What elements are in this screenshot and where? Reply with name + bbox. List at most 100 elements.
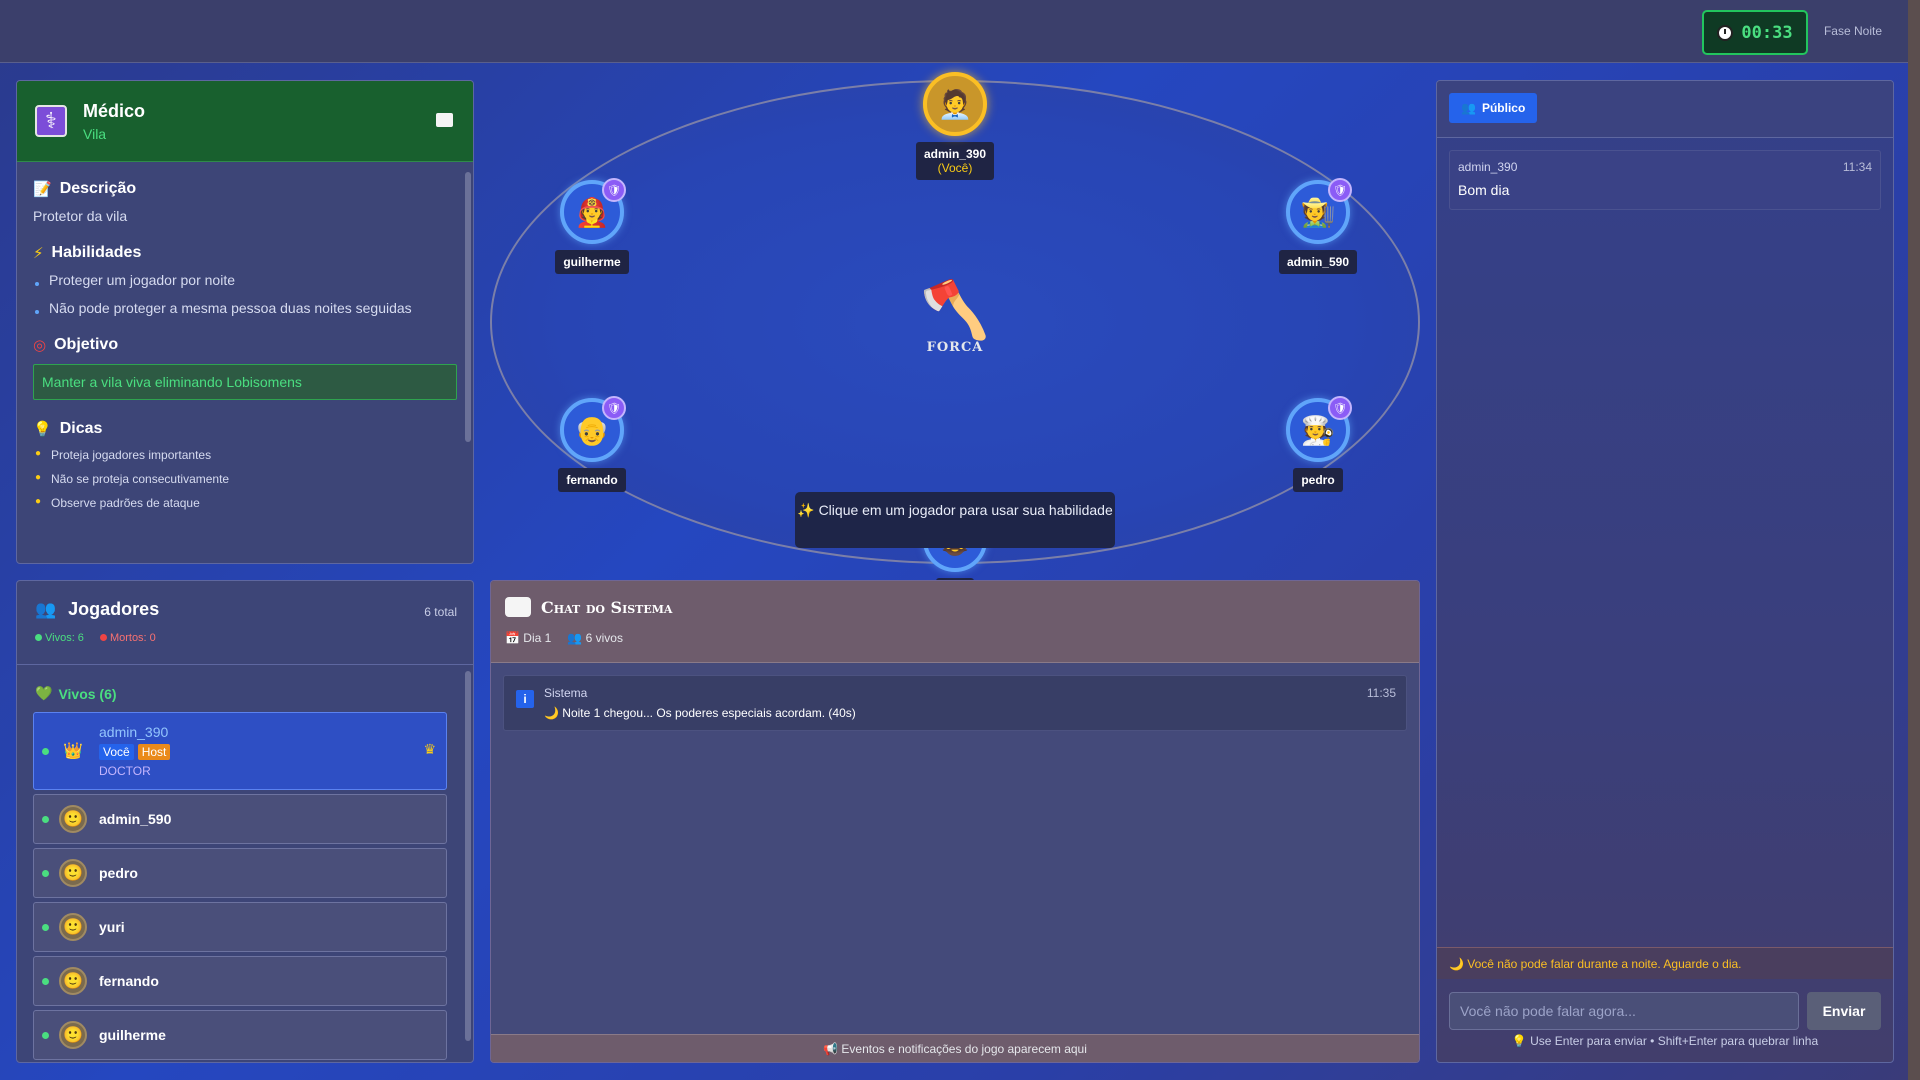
chat-message: admin_390 11:34 Bom dia	[1449, 150, 1881, 210]
message-time: 11:35	[1366, 686, 1396, 700]
users-icon: 👥	[35, 599, 57, 619]
shield-icon: 🛡	[602, 178, 626, 202]
player-row[interactable]: 🙂 admin_590	[33, 794, 447, 844]
phase-timer: 00:33	[1702, 10, 1808, 55]
top-bar: 00:33 Fase Noite	[0, 0, 1908, 63]
player-row[interactable]: 🙂 yuri	[33, 902, 447, 952]
seat-pedro[interactable]: 🧑‍🍳 🛡 pedro	[1273, 396, 1363, 492]
role-title: Médico	[83, 100, 146, 121]
system-chat-header: Chat do Sistema 📅 Dia 1 👥 6 vivos	[491, 581, 1419, 663]
chat-input[interactable]	[1449, 992, 1799, 1030]
seat-label: admin_590	[1278, 250, 1358, 274]
player-avatar[interactable]: 👴 🛡	[560, 396, 626, 462]
role-details: 📝 Descrição Protetor da vila ⚡ Habilidad…	[17, 162, 473, 562]
system-chat-meta: 📅 Dia 1 👥 6 vivos	[505, 631, 1405, 645]
objective-heading: ◎ Objetivo	[33, 336, 119, 354]
chat-tip: 💡 Use Enter para enviar • Shift+Enter pa…	[1511, 1034, 1819, 1048]
users-icon: 👥	[567, 631, 583, 645]
lightbulb-icon: 💡	[33, 421, 52, 438]
player-name: admin_390	[99, 724, 169, 740]
player-name: guilherme	[99, 1027, 166, 1043]
tip-item: Não se proteja consecutivamente	[33, 472, 457, 486]
avatar: 🙂	[59, 1021, 87, 1049]
message-sender: admin_390	[1458, 160, 1518, 174]
info-icon: i	[516, 690, 534, 708]
avatar: 🙂	[59, 913, 87, 941]
tip-item: Observe padrões de ataque	[33, 496, 457, 510]
player-name: yuri	[99, 919, 125, 935]
ability-item: Não pode proteger a mesma pessoa duas no…	[33, 300, 457, 316]
speech-bubble-icon	[505, 597, 531, 617]
player-row[interactable]: 🙂 guilherme	[33, 1010, 447, 1060]
caduceus-icon: ⚕	[35, 105, 67, 137]
people-icon: 👥	[1461, 101, 1476, 115]
message-time: 11:34	[1842, 160, 1872, 174]
player-name: pedro	[99, 865, 138, 881]
stopwatch-icon	[1717, 24, 1734, 41]
dead-count: Mortos: 0	[99, 632, 156, 644]
system-message: i Sistema 11:35 🌙 Noite 1 chegou... Os p…	[503, 675, 1407, 731]
you-badge: Você	[99, 744, 134, 760]
phase-label: Fase Noite	[1823, 24, 1882, 38]
role-card: ⚕ Médico Vila 📝 Descrição Protetor da vi…	[16, 80, 474, 564]
seat-fernando[interactable]: 👴 🛡 fernando	[547, 396, 637, 492]
timer-value: 00:33	[1741, 22, 1793, 43]
player-avatar[interactable]: 🧑‍🌾 🛡	[1286, 178, 1352, 244]
shield-icon: 🛡	[1328, 396, 1352, 420]
player-avatar[interactable]: 🧑‍🍳 🛡	[1286, 396, 1352, 462]
seat-guilherme[interactable]: 🧑‍🚒 🛡 guilherme	[547, 178, 637, 274]
players-panel: 👥 Jogadores 6 total Vivos: 6 Mortos: 0 💚…	[16, 580, 474, 1063]
player-row[interactable]: 🙂 fernando	[33, 956, 447, 1006]
system-chat: Chat do Sistema 📅 Dia 1 👥 6 vivos i Sist…	[490, 580, 1420, 1063]
online-dot	[42, 747, 49, 755]
objective-box: Manter a vila viva eliminando Lobisomens	[33, 364, 457, 400]
online-dot	[42, 977, 49, 985]
seat-label: guilherme	[555, 250, 629, 274]
tips-heading: 💡 Dicas	[33, 420, 103, 438]
action-hint: ✨ Clique em um jogador para usar sua hab…	[795, 492, 1115, 548]
page-scrollbar[interactable]	[1908, 0, 1920, 1080]
online-dot	[42, 815, 49, 823]
players-total: 6 total	[424, 605, 457, 619]
tab-public[interactable]: 👥 Público	[1449, 93, 1538, 123]
player-role: DOCTOR	[99, 764, 151, 778]
shield-icon: 🛡	[1328, 178, 1352, 202]
public-chat-header: 👥 Público	[1437, 81, 1893, 138]
send-button[interactable]: Enviar	[1807, 992, 1881, 1030]
players-header: 👥 Jogadores 6 total Vivos: 6 Mortos: 0	[17, 581, 473, 665]
system-chat-title: Chat do Sistema	[505, 597, 1405, 617]
online-dot	[42, 923, 49, 931]
you-tag: (Você)	[937, 161, 973, 175]
megaphone-icon: 📢	[823, 1042, 839, 1056]
seat-admin-390[interactable]: 🧑‍💼 admin_390 (Você)	[910, 72, 1000, 180]
seat-label: fernando	[558, 468, 626, 492]
memo-icon: 📝	[33, 181, 52, 198]
avatar: 🙂	[59, 805, 87, 833]
gallows-center: 🪓 FORCA	[915, 280, 995, 356]
players-title: 👥 Jogadores	[35, 599, 160, 619]
heart-icon: 💚	[35, 685, 53, 701]
player-avatar[interactable]: 🧑‍💼	[923, 72, 987, 136]
seat-label: admin_390 (Você)	[915, 142, 995, 180]
player-name: admin_590	[99, 811, 172, 827]
alive-section-label: 💚 Vivos (6)	[35, 685, 117, 702]
seat-admin-590[interactable]: 🧑‍🌾 🛡 admin_590	[1273, 178, 1363, 274]
chat-input-row: Enviar	[1449, 992, 1881, 1030]
player-row[interactable]: 🙂 pedro	[33, 848, 447, 898]
system-chat-footer: 📢 Eventos e notificações do jogo aparece…	[491, 1034, 1419, 1062]
online-dot	[42, 1031, 49, 1039]
public-chat: 👥 Público admin_390 11:34 Bom dia 🌙 Você…	[1436, 80, 1894, 1063]
player-list: 👑 admin_390 Você Host DOCTOR ♛ 🙂 admin_5…	[17, 712, 473, 1060]
lightning-icon: ⚡	[33, 245, 44, 262]
book-icon[interactable]	[436, 113, 453, 127]
tip-item: Proteja jogadores importantes	[33, 448, 457, 462]
role-scrollbar[interactable]	[465, 172, 471, 442]
player-avatar[interactable]: 🧑‍🚒 🛡	[560, 178, 626, 244]
players-scrollbar[interactable]	[465, 671, 471, 1041]
player-row-me[interactable]: 👑 admin_390 Você Host DOCTOR ♛	[33, 712, 447, 790]
role-team: Vila	[83, 125, 107, 142]
avatar: 🙂	[59, 859, 87, 887]
avatar: 🙂	[59, 967, 87, 995]
calendar-icon: 📅	[505, 631, 520, 645]
target-icon: ◎	[33, 337, 47, 354]
